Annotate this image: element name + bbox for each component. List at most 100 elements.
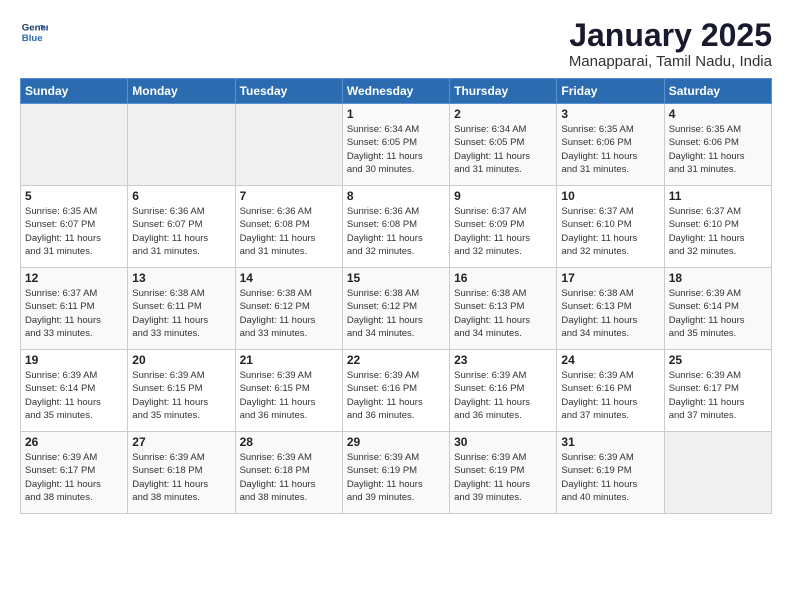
weekday-header-friday: Friday [557,79,664,104]
day-number: 1 [347,107,445,121]
day-info: Sunrise: 6:36 AMSunset: 6:07 PMDaylight:… [132,205,230,258]
calendar-cell: 1 Sunrise: 6:34 AMSunset: 6:05 PMDaylight… [342,104,449,186]
day-info: Sunrise: 6:38 AMSunset: 6:13 PMDaylight:… [561,287,659,340]
day-number: 7 [240,189,338,203]
weekday-header-sunday: Sunday [21,79,128,104]
day-info: Sunrise: 6:39 AMSunset: 6:16 PMDaylight:… [347,369,445,422]
day-info: Sunrise: 6:39 AMSunset: 6:16 PMDaylight:… [561,369,659,422]
calendar-cell: 29Sunrise: 6:39 AMSunset: 6:19 PMDayligh… [342,432,449,514]
day-number: 26 [25,435,123,449]
day-info: Sunrise: 6:36 AMSunset: 6:08 PMDaylight:… [240,205,338,258]
day-number: 2 [454,107,552,121]
day-number: 17 [561,271,659,285]
day-info: Sunrise: 6:38 AMSunset: 6:13 PMDaylight:… [454,287,552,340]
day-info: Sunrise: 6:39 AMSunset: 6:19 PMDaylight:… [454,451,552,504]
calendar-title: January 2025 [569,18,772,53]
day-info: Sunrise: 6:39 AMSunset: 6:19 PMDaylight:… [561,451,659,504]
weekday-header-monday: Monday [128,79,235,104]
weekday-header-wednesday: Wednesday [342,79,449,104]
day-info: Sunrise: 6:38 AMSunset: 6:11 PMDaylight:… [132,287,230,340]
svg-text:Blue: Blue [22,33,43,44]
calendar-cell: 6 Sunrise: 6:36 AMSunset: 6:07 PMDaylight… [128,186,235,268]
calendar-cell: 31 Sunrise: 6:39 AMSunset: 6:19 PMDayligh… [557,432,664,514]
calendar-cell: 27 Sunrise: 6:39 AMSunset: 6:18 PMDayligh… [128,432,235,514]
calendar-cell: 24 Sunrise: 6:39 AMSunset: 6:16 PMDayligh… [557,350,664,432]
day-number: 24 [561,353,659,367]
day-info: Sunrise: 6:37 AMSunset: 6:09 PMDaylight:… [454,205,552,258]
weekday-header-tuesday: Tuesday [235,79,342,104]
calendar-cell: 30 Sunrise: 6:39 AMSunset: 6:19 PMDayligh… [450,432,557,514]
calendar-cell: 18 Sunrise: 6:39 AMSunset: 6:14 PMDayligh… [664,268,771,350]
calendar-week-5: 26 Sunrise: 6:39 AMSunset: 6:17 PMDayligh… [21,432,772,514]
calendar-cell: 20 Sunrise: 6:39 AMSunset: 6:15 PMDayligh… [128,350,235,432]
calendar-week-3: 12 Sunrise: 6:37 AMSunset: 6:11 PMDayligh… [21,268,772,350]
day-number: 27 [132,435,230,449]
calendar-cell: 28Sunrise: 6:39 AMSunset: 6:18 PMDayligh… [235,432,342,514]
weekday-header-thursday: Thursday [450,79,557,104]
day-number: 14 [240,271,338,285]
calendar-cell: 10 Sunrise: 6:37 AMSunset: 6:10 PMDayligh… [557,186,664,268]
day-info: Sunrise: 6:39 AMSunset: 6:17 PMDaylight:… [25,451,123,504]
day-number: 4 [669,107,767,121]
day-number: 22 [347,353,445,367]
day-info: Sunrise: 6:37 AMSunset: 6:10 PMDaylight:… [669,205,767,258]
logo: General Blue [20,18,48,46]
day-number: 9 [454,189,552,203]
day-number: 21 [240,353,338,367]
day-number: 6 [132,189,230,203]
day-number: 10 [561,189,659,203]
day-number: 19 [25,353,123,367]
calendar-cell [235,104,342,186]
logo-icon: General Blue [20,18,48,46]
calendar-cell [21,104,128,186]
calendar-cell: 14 Sunrise: 6:38 AMSunset: 6:12 PMDayligh… [235,268,342,350]
day-info: Sunrise: 6:39 AMSunset: 6:15 PMDaylight:… [132,369,230,422]
day-info: Sunrise: 6:37 AMSunset: 6:10 PMDaylight:… [561,205,659,258]
calendar-cell: 22 Sunrise: 6:39 AMSunset: 6:16 PMDayligh… [342,350,449,432]
day-number: 12 [25,271,123,285]
day-number: 18 [669,271,767,285]
day-info: Sunrise: 6:36 AMSunset: 6:08 PMDaylight:… [347,205,445,258]
day-info: Sunrise: 6:39 AMSunset: 6:14 PMDaylight:… [669,287,767,340]
day-number: 30 [454,435,552,449]
day-info: Sunrise: 6:35 AMSunset: 6:06 PMDaylight:… [561,123,659,176]
day-info: Sunrise: 6:39 AMSunset: 6:18 PMDaylight:… [132,451,230,504]
day-info: Sunrise: 6:38 AMSunset: 6:12 PMDaylight:… [347,287,445,340]
calendar-cell: 7 Sunrise: 6:36 AMSunset: 6:08 PMDaylight… [235,186,342,268]
calendar-cell [664,432,771,514]
day-info: Sunrise: 6:34 AMSunset: 6:05 PMDaylight:… [347,123,445,176]
calendar-week-4: 19Sunrise: 6:39 AMSunset: 6:14 PMDayligh… [21,350,772,432]
day-number: 11 [669,189,767,203]
calendar-cell: 2 Sunrise: 6:34 AMSunset: 6:05 PMDaylight… [450,104,557,186]
day-info: Sunrise: 6:34 AMSunset: 6:05 PMDaylight:… [454,123,552,176]
day-info: Sunrise: 6:37 AMSunset: 6:11 PMDaylight:… [25,287,123,340]
calendar-cell: 19Sunrise: 6:39 AMSunset: 6:14 PMDayligh… [21,350,128,432]
day-number: 20 [132,353,230,367]
day-number: 25 [669,353,767,367]
calendar-cell: 11 Sunrise: 6:37 AMSunset: 6:10 PMDayligh… [664,186,771,268]
day-number: 16 [454,271,552,285]
weekday-header-saturday: Saturday [664,79,771,104]
day-info: Sunrise: 6:39 AMSunset: 6:19 PMDaylight:… [347,451,445,504]
calendar-table: SundayMondayTuesdayWednesdayThursdayFrid… [20,78,772,514]
day-info: Sunrise: 6:35 AMSunset: 6:07 PMDaylight:… [25,205,123,258]
calendar-cell: 8 Sunrise: 6:36 AMSunset: 6:08 PMDaylight… [342,186,449,268]
day-info: Sunrise: 6:38 AMSunset: 6:12 PMDaylight:… [240,287,338,340]
calendar-week-1: 1 Sunrise: 6:34 AMSunset: 6:05 PMDaylight… [21,104,772,186]
day-number: 23 [454,353,552,367]
day-number: 8 [347,189,445,203]
day-info: Sunrise: 6:39 AMSunset: 6:15 PMDaylight:… [240,369,338,422]
calendar-cell: 25Sunrise: 6:39 AMSunset: 6:17 PMDayligh… [664,350,771,432]
weekday-header-row: SundayMondayTuesdayWednesdayThursdayFrid… [21,79,772,104]
calendar-cell: 21 Sunrise: 6:39 AMSunset: 6:15 PMDayligh… [235,350,342,432]
calendar-cell: 4Sunrise: 6:35 AMSunset: 6:06 PMDaylight… [664,104,771,186]
calendar-cell: 23Sunrise: 6:39 AMSunset: 6:16 PMDayligh… [450,350,557,432]
calendar-cell: 3Sunrise: 6:35 AMSunset: 6:06 PMDaylight… [557,104,664,186]
calendar-cell: 16 Sunrise: 6:38 AMSunset: 6:13 PMDayligh… [450,268,557,350]
day-number: 13 [132,271,230,285]
day-info: Sunrise: 6:39 AMSunset: 6:18 PMDaylight:… [240,451,338,504]
title-block: January 2025 Manapparai, Tamil Nadu, Ind… [569,18,772,70]
day-number: 15 [347,271,445,285]
calendar-week-2: 5Sunrise: 6:35 AMSunset: 6:07 PMDaylight… [21,186,772,268]
day-number: 31 [561,435,659,449]
